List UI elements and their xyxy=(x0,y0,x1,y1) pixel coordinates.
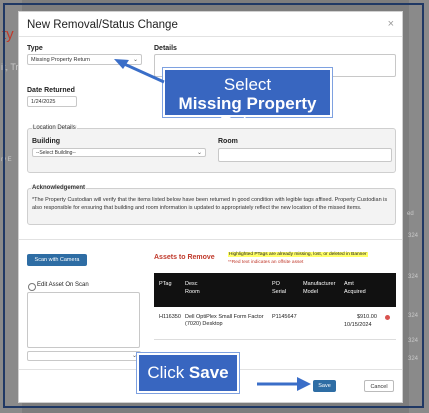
screenshot-border xyxy=(3,3,424,408)
